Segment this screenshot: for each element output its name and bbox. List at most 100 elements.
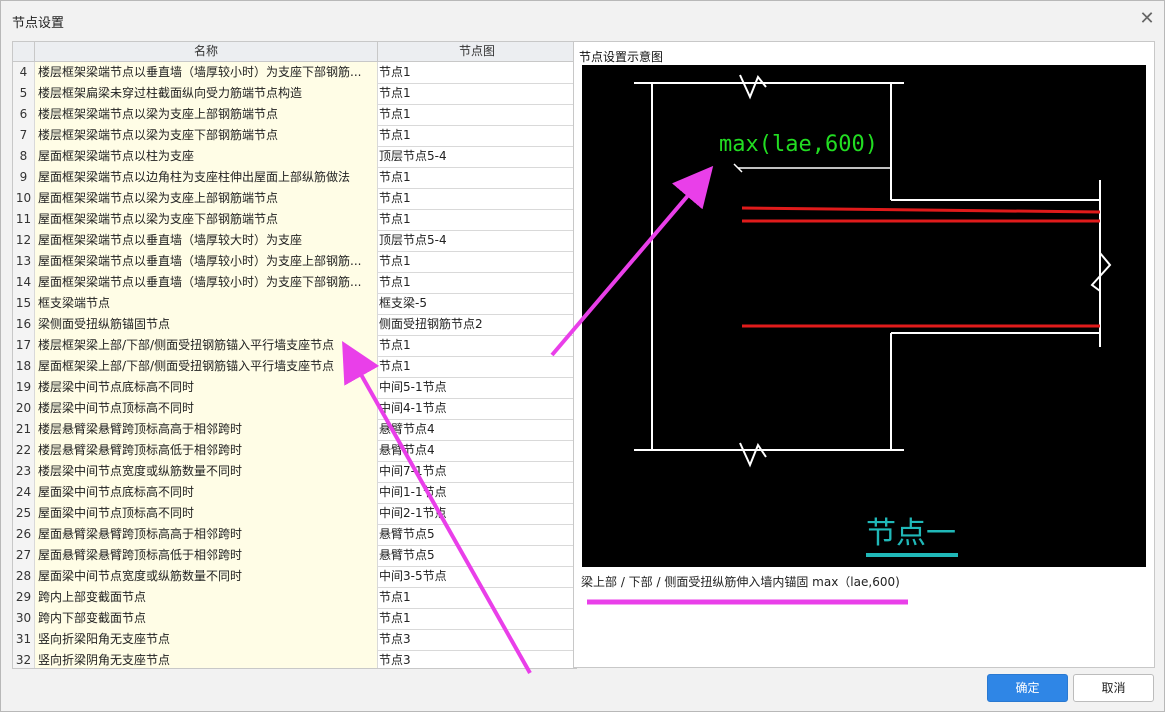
table-row[interactable]: 10 屋面框架梁端节点以梁为支座上部钢筋端节点 节点1 [13,188,576,210]
table-row[interactable]: 18 屋面框架梁上部/下部/侧面受扭钢筋锚入平行墙支座节点 节点1 [13,356,576,378]
row-name-cell[interactable]: 屋面梁中间节点顶标高不同时 [35,503,378,524]
row-node-cell[interactable]: 节点1 [378,104,576,125]
row-index[interactable]: 14 [13,272,35,293]
table-row[interactable]: 28 屋面梁中间节点宽度或纵筋数量不同时 中间3-5节点 [13,566,576,588]
row-name-cell[interactable]: 屋面梁中间节点底标高不同时 [35,482,378,503]
row-index[interactable]: 26 [13,524,35,545]
row-node-cell[interactable]: 节点1 [378,251,576,272]
row-name-cell[interactable]: 屋面框架梁上部/下部/侧面受扭钢筋锚入平行墙支座节点 [35,356,378,377]
row-index[interactable]: 29 [13,587,35,608]
row-index[interactable]: 8 [13,146,35,167]
table-row[interactable]: 9 屋面框架梁端节点以边角柱为支座柱伸出屋面上部纵筋做法 节点1 [13,167,576,189]
table-row[interactable]: 12 屋面框架梁端节点以垂直墙（墙厚较大时）为支座 顶层节点5-4 [13,230,576,252]
table-row[interactable]: 17 楼层框架梁上部/下部/侧面受扭钢筋锚入平行墙支座节点 节点1 [13,335,576,357]
row-node-cell[interactable]: 节点1 [378,587,576,608]
row-node-cell[interactable]: 节点3 [378,629,576,650]
row-index[interactable]: 23 [13,461,35,482]
table-row[interactable]: 6 楼层框架梁端节点以梁为支座上部钢筋端节点 节点1 [13,104,576,126]
row-name-cell[interactable]: 跨内上部变截面节点 [35,587,378,608]
table-row[interactable]: 15 框支梁端节点 框支梁-5 [13,293,576,315]
row-index[interactable]: 18 [13,356,35,377]
row-node-cell[interactable]: 悬臂节点4 [378,440,576,461]
row-name-cell[interactable]: 屋面框架梁端节点以梁为支座上部钢筋端节点 [35,188,378,209]
table-row[interactable]: 13 屋面框架梁端节点以垂直墙（墙厚较小时）为支座上部钢筋... 节点1 [13,251,576,273]
row-node-cell[interactable]: 节点1 [378,272,576,293]
table-row[interactable]: 22 楼层悬臂梁悬臂跨顶标高低于相邻跨时 悬臂节点4 [13,440,576,462]
ok-button[interactable]: 确定 [987,674,1068,702]
row-index[interactable]: 21 [13,419,35,440]
row-node-cell[interactable]: 中间4-1节点 [378,398,576,419]
table-row[interactable]: 19 楼层梁中间节点底标高不同时 中间5-1节点 [13,377,576,399]
row-node-cell[interactable]: 节点1 [378,608,576,629]
table-row[interactable]: 20 楼层梁中间节点顶标高不同时 中间4-1节点 [13,398,576,420]
row-index[interactable]: 31 [13,629,35,650]
row-index[interactable]: 20 [13,398,35,419]
row-node-cell[interactable]: 悬臂节点4 [378,419,576,440]
row-index[interactable]: 16 [13,314,35,335]
row-node-cell[interactable]: 顶层节点5-4 [378,146,576,167]
row-index[interactable]: 17 [13,335,35,356]
table-row[interactable]: 8 屋面框架梁端节点以柱为支座 顶层节点5-4 [13,146,576,168]
row-index[interactable]: 22 [13,440,35,461]
row-index[interactable]: 28 [13,566,35,587]
row-node-cell[interactable]: 节点1 [378,335,576,356]
row-index[interactable]: 30 [13,608,35,629]
row-index[interactable]: 27 [13,545,35,566]
table-row[interactable]: 26 屋面悬臂梁悬臂跨顶标高高于相邻跨时 悬臂节点5 [13,524,576,546]
table-row[interactable]: 30 跨内下部变截面节点 节点1 [13,608,576,630]
row-node-cell[interactable]: 中间5-1节点 [378,377,576,398]
row-node-cell[interactable]: 中间3-5节点 [378,566,576,587]
row-index[interactable]: 32 [13,650,35,668]
row-node-cell[interactable]: 节点3 [378,650,576,668]
row-name-cell[interactable]: 楼层框架梁端节点以梁为支座下部钢筋端节点 [35,125,378,146]
table-row[interactable]: 11 屋面框架梁端节点以梁为支座下部钢筋端节点 节点1 [13,209,576,231]
row-index[interactable]: 12 [13,230,35,251]
row-name-cell[interactable]: 楼层悬臂梁悬臂跨顶标高低于相邻跨时 [35,440,378,461]
cancel-button[interactable]: 取消 [1073,674,1154,702]
column-header-node[interactable]: 节点图 [378,42,576,61]
row-name-cell[interactable]: 楼层梁中间节点顶标高不同时 [35,398,378,419]
row-name-cell[interactable]: 屋面框架梁端节点以柱为支座 [35,146,378,167]
table-row[interactable]: 29 跨内上部变截面节点 节点1 [13,587,576,609]
row-name-cell[interactable]: 竖向折梁阴角无支座节点 [35,650,378,668]
row-index[interactable]: 7 [13,125,35,146]
row-name-cell[interactable]: 楼层悬臂梁悬臂跨顶标高高于相邻跨时 [35,419,378,440]
row-index[interactable]: 25 [13,503,35,524]
row-node-cell[interactable]: 侧面受扭钢筋节点2 [378,314,576,335]
row-node-cell[interactable]: 节点1 [378,167,576,188]
row-name-cell[interactable]: 楼层框架梁上部/下部/侧面受扭钢筋锚入平行墙支座节点 [35,335,378,356]
row-name-cell[interactable]: 屋面框架梁端节点以梁为支座下部钢筋端节点 [35,209,378,230]
row-node-cell[interactable]: 悬臂节点5 [378,545,576,566]
row-node-cell[interactable]: 框支梁-5 [378,293,576,314]
row-name-cell[interactable]: 竖向折梁阳角无支座节点 [35,629,378,650]
row-name-cell[interactable]: 框支梁端节点 [35,293,378,314]
table-row[interactable]: 5 楼层框架扁梁未穿过柱截面纵向受力筋端节点构造 节点1 [13,83,576,105]
row-index[interactable]: 15 [13,293,35,314]
table-row[interactable]: 27 屋面悬臂梁悬臂跨顶标高低于相邻跨时 悬臂节点5 [13,545,576,567]
row-name-cell[interactable]: 屋面框架梁端节点以垂直墙（墙厚较小时）为支座上部钢筋... [35,251,378,272]
row-index[interactable]: 24 [13,482,35,503]
row-node-cell[interactable]: 节点1 [378,125,576,146]
row-index[interactable]: 13 [13,251,35,272]
row-index[interactable]: 4 [13,62,35,83]
row-node-cell[interactable]: 中间2-1节点 [378,503,576,524]
table-row[interactable]: 24 屋面梁中间节点底标高不同时 中间1-1节点 [13,482,576,504]
row-name-cell[interactable]: 楼层框架梁端节点以垂直墙（墙厚较小时）为支座下部钢筋... [35,62,378,83]
table-row[interactable]: 7 楼层框架梁端节点以梁为支座下部钢筋端节点 节点1 [13,125,576,147]
table-row[interactable]: 14 屋面框架梁端节点以垂直墙（墙厚较小时）为支座下部钢筋... 节点1 [13,272,576,294]
row-name-cell[interactable]: 楼层梁中间节点底标高不同时 [35,377,378,398]
row-node-cell[interactable]: 节点1 [378,83,576,104]
row-index[interactable]: 19 [13,377,35,398]
row-name-cell[interactable]: 屋面框架梁端节点以垂直墙（墙厚较大时）为支座 [35,230,378,251]
row-node-cell[interactable]: 中间7-1节点 [378,461,576,482]
row-node-cell[interactable]: 节点1 [378,188,576,209]
row-index[interactable]: 9 [13,167,35,188]
row-node-cell[interactable]: 节点1 [378,209,576,230]
row-node-cell[interactable]: 节点1 [378,356,576,377]
row-name-cell[interactable]: 屋面梁中间节点宽度或纵筋数量不同时 [35,566,378,587]
row-name-cell[interactable]: 屋面悬臂梁悬臂跨顶标高低于相邻跨时 [35,545,378,566]
close-icon[interactable]: ✕ [1137,9,1157,29]
table-row[interactable]: 4 楼层框架梁端节点以垂直墙（墙厚较小时）为支座下部钢筋... 节点1 [13,62,576,84]
table-row[interactable]: 16 梁侧面受扭纵筋锚固节点 侧面受扭钢筋节点2 [13,314,576,336]
column-header-name[interactable]: 名称 [35,42,378,61]
